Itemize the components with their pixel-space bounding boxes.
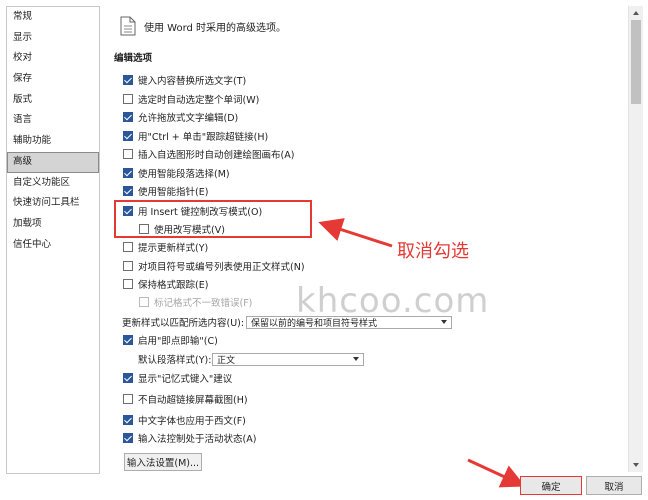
watermark: khcoo.com xyxy=(296,281,490,321)
annotation-arrow-to-option xyxy=(318,218,393,248)
annotation-arrow-to-ok xyxy=(467,458,526,488)
ok-button[interactable]: 确定 xyxy=(520,476,582,495)
annotation-arrows xyxy=(318,218,526,488)
annotation-text: 取消勾选 xyxy=(397,241,469,262)
cancel-button[interactable]: 取消 xyxy=(586,476,642,495)
